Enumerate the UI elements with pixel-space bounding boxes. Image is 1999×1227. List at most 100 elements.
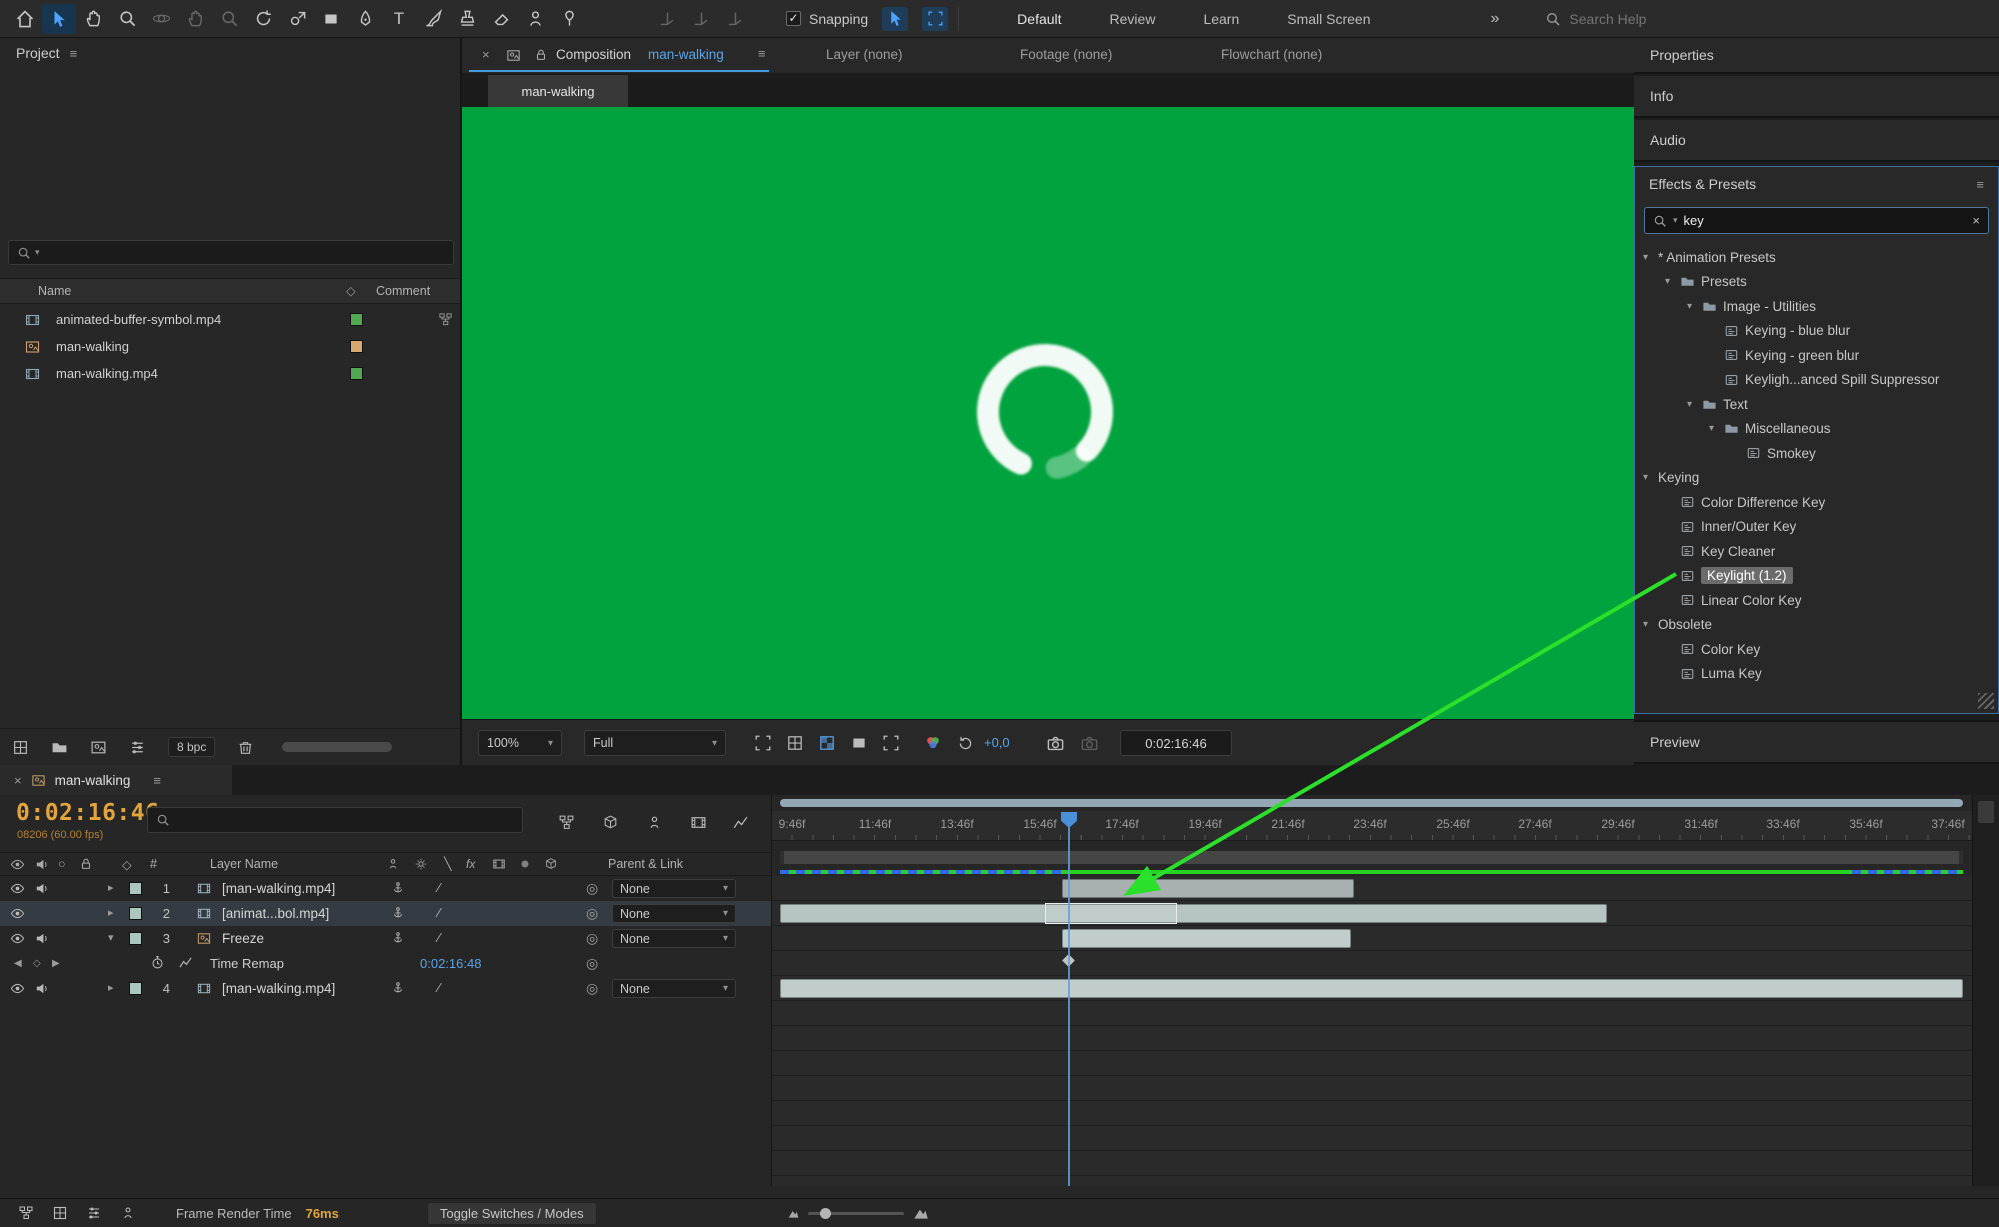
time-ruler[interactable]: 9:46f 11:46f 13:46f 15:46f 17:46f 19:46f… bbox=[771, 811, 1972, 841]
layer-name[interactable]: [man-walking.mp4] bbox=[222, 881, 335, 896]
timeline-zoom-slider[interactable] bbox=[808, 1212, 904, 1215]
transparency-grid-icon[interactable] bbox=[814, 730, 840, 756]
zoom-out-mountain-icon[interactable] bbox=[787, 1207, 800, 1220]
audio-column-icon[interactable] bbox=[34, 857, 49, 872]
layer-bar-2[interactable] bbox=[780, 904, 1607, 923]
comp-chip-man-walking[interactable]: man-walking bbox=[488, 75, 628, 107]
preset-keylight-spill-suppressor[interactable]: Keyligh...anced Spill Suppressor bbox=[1635, 368, 1998, 393]
current-time-display[interactable]: 0:02:16:46 bbox=[16, 800, 159, 826]
time-navigator-bar[interactable] bbox=[780, 799, 1963, 807]
layer-name[interactable]: [man-walking.mp4] bbox=[222, 981, 335, 996]
layer-name[interactable]: Freeze bbox=[222, 931, 264, 946]
label-color-chip[interactable] bbox=[350, 340, 363, 353]
pick-whip-icon[interactable]: ◎ bbox=[586, 880, 598, 897]
parent-link-dropdown[interactable]: None▾ bbox=[612, 904, 736, 923]
view-layout-icon[interactable] bbox=[750, 730, 776, 756]
column-comment[interactable]: Comment bbox=[376, 284, 430, 298]
workspace-learn[interactable]: Learn bbox=[1203, 11, 1239, 27]
effect-color-difference-key[interactable]: Color Difference Key bbox=[1635, 490, 1998, 515]
label-color-chip[interactable] bbox=[350, 367, 363, 380]
quality-switch-icon[interactable]: ∕ bbox=[438, 880, 440, 895]
comp-mini-flowchart-icon[interactable] bbox=[552, 810, 580, 834]
project-item-row[interactable]: man-walking bbox=[0, 333, 460, 360]
stopwatch-icon[interactable] bbox=[150, 955, 165, 970]
video-column-icon[interactable] bbox=[10, 857, 25, 872]
pan-camera-tool[interactable] bbox=[178, 4, 212, 34]
workspace-default[interactable]: Default bbox=[1017, 11, 1061, 27]
lock-column-icon[interactable] bbox=[79, 857, 93, 871]
project-item-name[interactable]: animated-buffer-symbol.mp4 bbox=[56, 312, 221, 327]
parent-link-column[interactable]: Parent & Link bbox=[608, 857, 683, 871]
preset-keying-blue-blur[interactable]: Keying - blue blur bbox=[1635, 319, 1998, 344]
switches-pane-icon[interactable] bbox=[52, 1205, 68, 1221]
tree-group-animation-presets[interactable]: ▾* Animation Presets bbox=[1635, 245, 1998, 270]
timeline-tab-label[interactable]: man-walking bbox=[55, 773, 131, 788]
shy-switch-column-icon[interactable] bbox=[386, 857, 400, 871]
layer-bar-3[interactable] bbox=[1062, 929, 1351, 948]
project-item-name[interactable]: man-walking.mp4 bbox=[56, 366, 158, 381]
frame-blending-icon[interactable] bbox=[684, 810, 712, 834]
solo-column-icon[interactable]: ○ bbox=[58, 857, 66, 871]
eye-icon[interactable] bbox=[10, 981, 25, 996]
collapse-switch-column-icon[interactable] bbox=[414, 857, 428, 871]
anchor-switch-icon[interactable] bbox=[391, 930, 405, 945]
parent-link-dropdown[interactable]: None▾ bbox=[612, 929, 736, 948]
zoom-slider-knob[interactable] bbox=[820, 1208, 831, 1219]
motion-blur-switch-column-icon[interactable] bbox=[518, 857, 532, 871]
panel-resize-grip[interactable] bbox=[1978, 693, 1994, 709]
in-out-pane-icon[interactable] bbox=[120, 1205, 136, 1221]
speaker-icon[interactable] bbox=[34, 981, 49, 996]
panel-menu-icon[interactable]: ≡ bbox=[70, 46, 78, 61]
selection-tool[interactable] bbox=[42, 4, 76, 34]
project-tab[interactable]: Project bbox=[16, 45, 60, 61]
pick-whip-icon[interactable]: ◎ bbox=[586, 955, 598, 972]
pan-behind-tool[interactable] bbox=[280, 4, 314, 34]
show-snapshot-icon[interactable] bbox=[1076, 730, 1102, 756]
quality-switch-icon[interactable]: ∕ bbox=[438, 980, 440, 995]
label-color-chip[interactable] bbox=[129, 882, 142, 895]
tab-footage[interactable]: Footage (none) bbox=[1020, 47, 1112, 62]
effect-keylight[interactable]: Keylight (1.2) bbox=[1635, 564, 1998, 589]
quality-switch-icon[interactable]: ∕ bbox=[438, 930, 440, 945]
roto-brush-tool[interactable] bbox=[518, 4, 552, 34]
zoom-tool[interactable] bbox=[110, 4, 144, 34]
label-color-chip[interactable] bbox=[350, 313, 363, 326]
previous-keyframe-icon[interactable]: ◀ bbox=[14, 958, 22, 969]
quality-switch-icon[interactable]: ∕ bbox=[438, 905, 440, 920]
layer-row-4[interactable]: ▸ 4 [man-walking.mp4] ∕ ◎ None▾ bbox=[0, 976, 771, 1001]
layer-2-selected-segment[interactable] bbox=[1045, 903, 1177, 924]
effect-key-cleaner[interactable]: Key Cleaner bbox=[1635, 539, 1998, 564]
tab-layer[interactable]: Layer (none) bbox=[826, 47, 903, 62]
tree-folder-miscellaneous[interactable]: ▾Miscellaneous bbox=[1635, 417, 1998, 442]
eye-icon[interactable] bbox=[10, 881, 25, 896]
preset-keying-green-blur[interactable]: Keying - green blur bbox=[1635, 343, 1998, 368]
graph-icon[interactable] bbox=[178, 955, 193, 970]
pick-whip-icon[interactable]: ◎ bbox=[586, 980, 598, 997]
label-color-chip[interactable] bbox=[129, 907, 142, 920]
effects-search[interactable]: ▾ × bbox=[1644, 207, 1989, 234]
timeline-tab[interactable]: × man-walking ≡ bbox=[0, 765, 232, 795]
layer-name-column[interactable]: Layer Name bbox=[210, 857, 278, 871]
work-area-bar[interactable] bbox=[780, 851, 1963, 864]
comp-network-icon[interactable] bbox=[18, 1205, 34, 1221]
viewer-timecode[interactable]: 0:02:16:46 bbox=[1120, 730, 1232, 756]
project-item-row[interactable]: man-walking.mp4 bbox=[0, 360, 460, 387]
pen-tool[interactable] bbox=[348, 4, 382, 34]
anchor-switch-icon[interactable] bbox=[391, 980, 405, 995]
project-column-headers[interactable]: Name ◇ Comment bbox=[0, 278, 460, 304]
type-tool[interactable]: T bbox=[382, 4, 416, 34]
time-remap-value[interactable]: 0:02:16:48 bbox=[420, 956, 481, 971]
local-axis-mode-icon[interactable] bbox=[650, 4, 684, 34]
3d-switch-column-icon[interactable] bbox=[544, 857, 558, 871]
scrollbar-thumb[interactable] bbox=[1978, 801, 1994, 823]
graph-editor-icon[interactable] bbox=[726, 810, 754, 834]
lock-icon[interactable] bbox=[534, 48, 548, 62]
label-color-chip[interactable] bbox=[129, 932, 142, 945]
pick-whip-icon[interactable]: ◎ bbox=[586, 930, 598, 947]
shape-tool[interactable] bbox=[314, 4, 348, 34]
home-icon[interactable] bbox=[8, 4, 42, 34]
resolution-dropdown[interactable]: Full▾ bbox=[584, 730, 726, 756]
layer-row-3[interactable]: ▾ 3 Freeze ∕ ◎ None▾ bbox=[0, 926, 771, 951]
delete-item-icon[interactable] bbox=[237, 739, 254, 756]
tab-composition[interactable]: Composition bbox=[556, 47, 631, 62]
